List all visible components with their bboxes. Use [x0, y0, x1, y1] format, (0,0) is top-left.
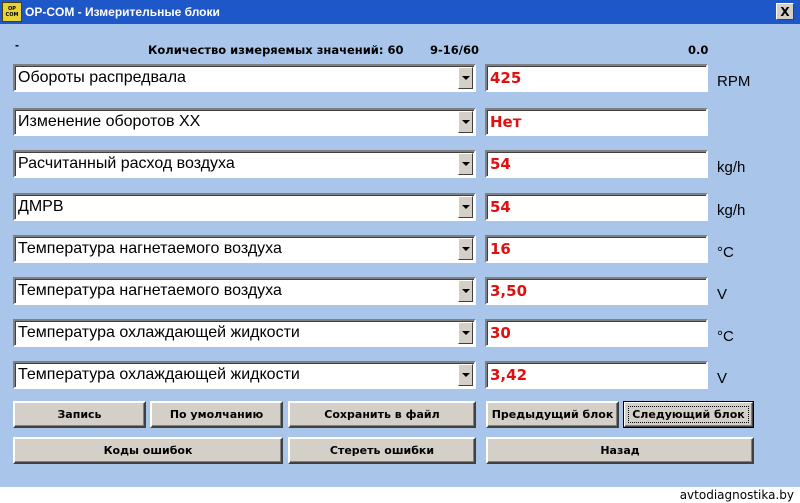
- value-text: 3,42: [490, 366, 528, 384]
- unit-label: kg/h: [717, 159, 746, 176]
- parameter-label: Температура нагнетаемого воздуха: [18, 240, 282, 257]
- parameter-select[interactable]: Температура нагнетаемого воздуха: [13, 277, 476, 305]
- value-field: Нет: [485, 108, 708, 136]
- chevron-down-icon[interactable]: [458, 196, 473, 218]
- value-text: Нет: [490, 113, 522, 131]
- parameter-select[interactable]: Температура нагнетаемого воздуха: [13, 235, 476, 263]
- value-text: 16: [490, 240, 511, 258]
- save-to-file-button[interactable]: Сохранить в файл: [288, 401, 476, 428]
- parameter-label: Изменение оборотов ХХ: [18, 113, 201, 130]
- block-range: 9-16/60: [430, 43, 479, 57]
- parameter-select[interactable]: Расчитанный расход воздуха: [13, 150, 476, 178]
- title-bar: OP COM OP-COM - Измерительные блоки X: [0, 0, 800, 24]
- unit-label: V: [717, 370, 728, 387]
- value-text: 54: [490, 198, 511, 216]
- window-title: OP-COM - Измерительные блоки: [25, 5, 220, 19]
- value-text: 30: [490, 324, 511, 342]
- record-button[interactable]: Запись: [13, 401, 146, 428]
- chevron-down-icon[interactable]: [458, 153, 473, 175]
- unit-label: kg/h: [717, 202, 746, 219]
- parameter-label: Температура охлаждающей жидкости: [18, 324, 300, 341]
- value-field: 3,50: [485, 277, 708, 305]
- parameter-select[interactable]: Температура охлаждающей жидкости: [13, 319, 476, 347]
- parameter-label: Расчитанный расход воздуха: [18, 155, 235, 172]
- chevron-down-icon[interactable]: [458, 67, 473, 89]
- watermark-text: avtodiagnostika.by: [679, 488, 794, 502]
- measurement-row: Расчитанный расход воздуха 54 kg/h: [0, 150, 800, 180]
- next-block-button[interactable]: Следующий блок: [623, 401, 754, 428]
- value-text: 54: [490, 155, 511, 173]
- parameter-select[interactable]: Обороты распредвала: [13, 64, 476, 92]
- close-button[interactable]: X: [776, 3, 794, 20]
- previous-block-button[interactable]: Предыдущий блок: [486, 401, 619, 428]
- value-field: 54: [485, 193, 708, 221]
- next-block-label: Следующий блок: [628, 406, 749, 423]
- measurement-row: Обороты распредвала 425 RPM: [0, 64, 800, 94]
- parameter-label: Температура охлаждающей жидкости: [18, 366, 300, 383]
- unit-label: °C: [717, 244, 734, 261]
- unit-label: RPM: [717, 73, 751, 90]
- measurement-row: Температура нагнетаемого воздуха 16 °C: [0, 235, 800, 265]
- value-field: 54: [485, 150, 708, 178]
- chevron-down-icon[interactable]: [458, 280, 473, 302]
- watermark-bar: avtodiagnostika.by: [0, 487, 800, 503]
- timer-value: 0.0: [688, 43, 709, 57]
- measurement-row: Изменение оборотов ХХ Нет: [0, 108, 800, 138]
- unit-label: V: [717, 286, 728, 303]
- measured-values-count: Количество измеряемых значений: 60: [148, 43, 404, 57]
- parameter-select[interactable]: Изменение оборотов ХХ: [13, 108, 476, 136]
- measurement-panel: - Количество измеряемых значений: 60 9-1…: [0, 24, 800, 487]
- measurement-row: ДМРВ 54 kg/h: [0, 193, 800, 223]
- value-field: 30: [485, 319, 708, 347]
- error-codes-button[interactable]: Коды ошибок: [13, 437, 283, 464]
- parameter-label: Обороты распредвала: [18, 69, 186, 86]
- parameter-label: Температура нагнетаемого воздуха: [18, 282, 282, 299]
- parameter-select[interactable]: ДМРВ: [13, 193, 476, 221]
- chevron-down-icon[interactable]: [458, 364, 473, 386]
- measurement-row: Температура охлаждающей жидкости 3,42 V: [0, 361, 800, 391]
- parameter-select[interactable]: Температура охлаждающей жидкости: [13, 361, 476, 389]
- value-text: 3,50: [490, 282, 528, 300]
- default-button[interactable]: По умолчанию: [150, 401, 283, 428]
- value-field: 16: [485, 235, 708, 263]
- value-field: 3,42: [485, 361, 708, 389]
- measurement-row: Температура нагнетаемого воздуха 3,50 V: [0, 277, 800, 307]
- clear-errors-button[interactable]: Стереть ошибки: [288, 437, 476, 464]
- value-field: 425: [485, 64, 708, 92]
- chevron-down-icon[interactable]: [458, 111, 473, 133]
- status-dash: -: [15, 38, 19, 52]
- parameter-label: ДМРВ: [18, 198, 64, 215]
- app-logo-icon: OP COM: [2, 2, 22, 22]
- back-button[interactable]: Назад: [486, 437, 754, 464]
- chevron-down-icon[interactable]: [458, 322, 473, 344]
- unit-label: °C: [717, 328, 734, 345]
- value-text: 425: [490, 69, 522, 87]
- measurement-row: Температура охлаждающей жидкости 30 °C: [0, 319, 800, 349]
- chevron-down-icon[interactable]: [458, 238, 473, 260]
